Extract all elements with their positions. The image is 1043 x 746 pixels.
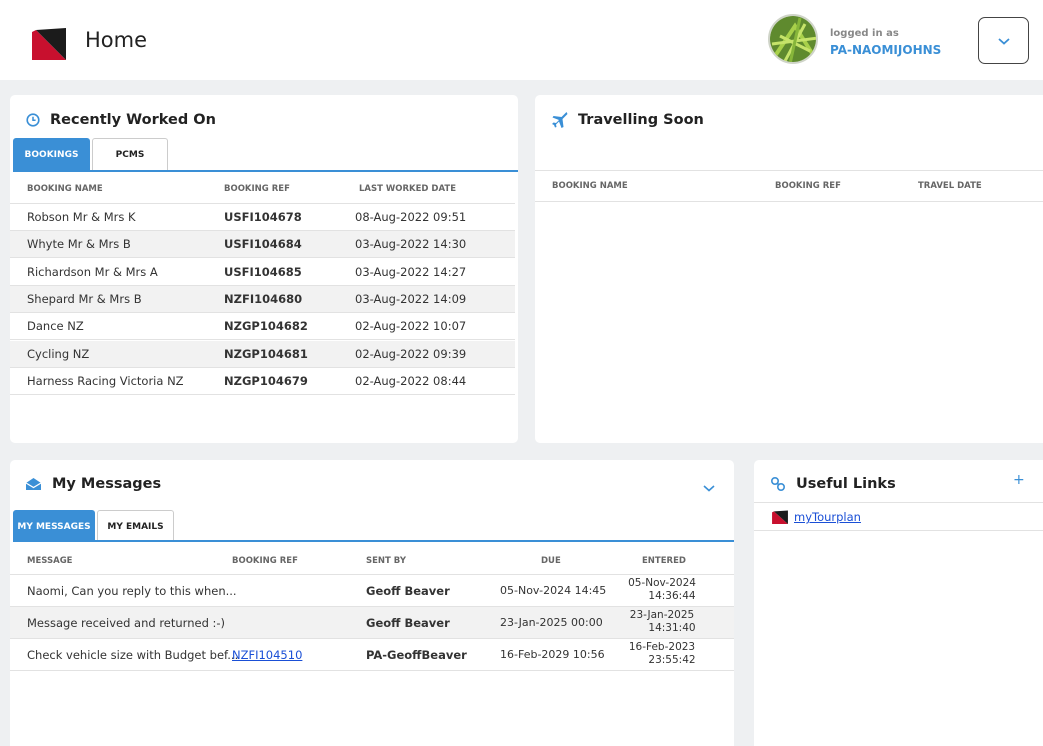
tourplan-logo-icon <box>772 510 788 524</box>
chevron-down-icon <box>997 37 1010 45</box>
chevron-down-icon <box>703 485 715 492</box>
entered-date: 16-Feb-2023 23:55:42 <box>628 641 696 666</box>
table-row[interactable]: Check vehicle size with Budget bef... NZF… <box>10 639 734 671</box>
last-worked-date: 03-Aug-2022 14:30 <box>355 237 467 252</box>
recently-worked-on-title: Recently Worked On <box>26 112 216 128</box>
booking-name: Cycling NZ <box>27 346 90 361</box>
table-row[interactable]: Message received and returned :-) Geoff B… <box>10 607 734 639</box>
link-label[interactable]: myTourplan <box>794 510 861 524</box>
booking-name: Shepard Mr & Mrs B <box>27 291 142 306</box>
table-row[interactable]: Shepard Mr & Mrs B NZFI104680 03-Aug-2022 … <box>10 285 515 313</box>
tab-underline <box>13 540 734 542</box>
recently-worked-on-panel: Recently Worked On BOOKINGS PCMS BOOKING… <box>10 95 518 443</box>
column-header-booking-ref[interactable]: BOOKING REF <box>232 556 298 566</box>
message-text: Check vehicle size with Budget bef... <box>27 648 239 662</box>
table-row[interactable]: Harness Racing Victoria NZ NZGP104679 02-A… <box>10 368 515 395</box>
column-header-booking-ref[interactable]: BOOKING REF <box>775 181 841 191</box>
table-row[interactable]: Robson Mr & Mrs K USFI104678 08-Aug-2022 0… <box>10 204 515 231</box>
last-worked-date: 02-Aug-2022 08:44 <box>355 373 467 388</box>
tab-my-messages[interactable]: MY MESSAGES <box>13 510 95 542</box>
booking-ref: NZGP104679 <box>224 373 308 388</box>
travelling-soon-panel: Travelling Soon BOOKING NAME BOOKING REF… <box>535 95 1043 443</box>
user-menu-button[interactable] <box>978 17 1029 64</box>
booking-ref: NZFI104680 <box>224 291 303 306</box>
last-worked-date: 02-Aug-2022 10:07 <box>355 319 467 334</box>
booking-ref: NZGP104681 <box>224 346 308 361</box>
tourplan-logo-icon <box>32 28 66 60</box>
booking-ref: USFI104684 <box>224 237 302 252</box>
table-row[interactable]: Whyte Mr & Mrs B USFI104684 03-Aug-2022 14… <box>10 231 515 259</box>
travelling-soon-title: Travelling Soon <box>552 112 704 128</box>
sent-by: Geoff Beaver <box>366 584 450 598</box>
tab-bookings[interactable]: BOOKINGS <box>13 138 90 170</box>
logged-in-username: PA-NAOMIJOHNS <box>830 43 942 57</box>
avatar-image-icon <box>770 16 816 62</box>
useful-links-title: Useful Links <box>770 476 896 492</box>
booking-ref-link[interactable]: NZFI104510 <box>232 648 302 662</box>
tab-pcms[interactable]: PCMS <box>92 138 168 170</box>
link-icon <box>770 476 786 492</box>
booking-ref: NZGP104682 <box>224 319 308 334</box>
last-worked-date: 02-Aug-2022 09:39 <box>355 346 467 361</box>
column-header-booking-name[interactable]: BOOKING NAME <box>27 184 103 194</box>
sent-by: Geoff Beaver <box>366 616 450 630</box>
tab-underline <box>13 170 518 172</box>
table-row[interactable]: Naomi, Can you reply to this when... Geof… <box>10 575 734 607</box>
due-date: 05-Nov-2024 14:45 <box>500 584 607 597</box>
page-title: Home <box>85 28 148 52</box>
airplane-icon <box>552 112 568 128</box>
logged-in-label: logged in as <box>830 28 899 39</box>
last-worked-date: 03-Aug-2022 14:09 <box>355 291 467 306</box>
entered-date: 23-Jan-2025 14:31:40 <box>629 609 696 634</box>
column-header-booking-name[interactable]: BOOKING NAME <box>552 181 628 191</box>
booking-ref: USFI104685 <box>224 264 302 279</box>
due-date: 23-Jan-2025 00:00 <box>500 616 603 629</box>
collapse-messages-button[interactable] <box>702 478 718 492</box>
link-item-mytourplan[interactable]: myTourplan <box>772 510 861 524</box>
booking-name: Dance NZ <box>27 319 84 334</box>
column-header-booking-ref[interactable]: BOOKING REF <box>224 184 290 194</box>
booking-ref: USFI104678 <box>224 210 302 224</box>
my-messages-panel: My Messages MY MESSAGES MY EMAILS MESSAG… <box>10 460 734 746</box>
table-row[interactable]: Cycling NZ NZGP104681 02-Aug-2022 09:39 <box>10 340 515 368</box>
add-link-button[interactable]: + <box>1013 472 1025 488</box>
column-header-due[interactable]: DUE <box>541 556 561 566</box>
booking-name: Harness Racing Victoria NZ <box>27 373 184 388</box>
last-worked-date: 03-Aug-2022 14:27 <box>355 264 467 279</box>
table-row[interactable]: Dance NZ NZGP104682 02-Aug-2022 10:07 <box>10 313 515 341</box>
entered-date: 05-Nov-2024 14:36:44 <box>628 577 696 602</box>
booking-name: Whyte Mr & Mrs B <box>27 237 131 252</box>
last-worked-date: 08-Aug-2022 09:51 <box>355 210 467 224</box>
tab-my-emails[interactable]: MY EMAILS <box>97 510 174 542</box>
booking-name: Robson Mr & Mrs K <box>27 210 136 224</box>
column-header-last-worked-date[interactable]: LAST WORKED DATE <box>359 184 456 194</box>
avatar[interactable] <box>768 14 818 64</box>
booking-name: Richardson Mr & Mrs A <box>27 264 158 279</box>
column-header-travel-date[interactable]: TRAVEL DATE <box>918 181 982 191</box>
column-header-message[interactable]: MESSAGE <box>27 556 73 566</box>
useful-links-panel: Useful Links + myTourplan <box>754 460 1043 746</box>
envelope-open-icon <box>25 477 42 491</box>
column-header-entered[interactable]: ENTERED <box>642 556 686 566</box>
sent-by: PA-GeoffBeaver <box>366 648 467 662</box>
clock-icon <box>26 113 40 127</box>
my-messages-title: My Messages <box>25 476 161 492</box>
message-text: Message received and returned :-) <box>27 616 226 630</box>
app-header: Home logged in as PA-NAOMIJOHNS <box>0 0 1043 80</box>
due-date: 16-Feb-2029 10:56 <box>500 648 605 661</box>
table-row[interactable]: Richardson Mr & Mrs A USFI104685 03-Aug-20… <box>10 259 515 286</box>
message-text: Naomi, Can you reply to this when... <box>27 584 237 598</box>
column-header-sent-by[interactable]: SENT BY <box>366 556 406 566</box>
